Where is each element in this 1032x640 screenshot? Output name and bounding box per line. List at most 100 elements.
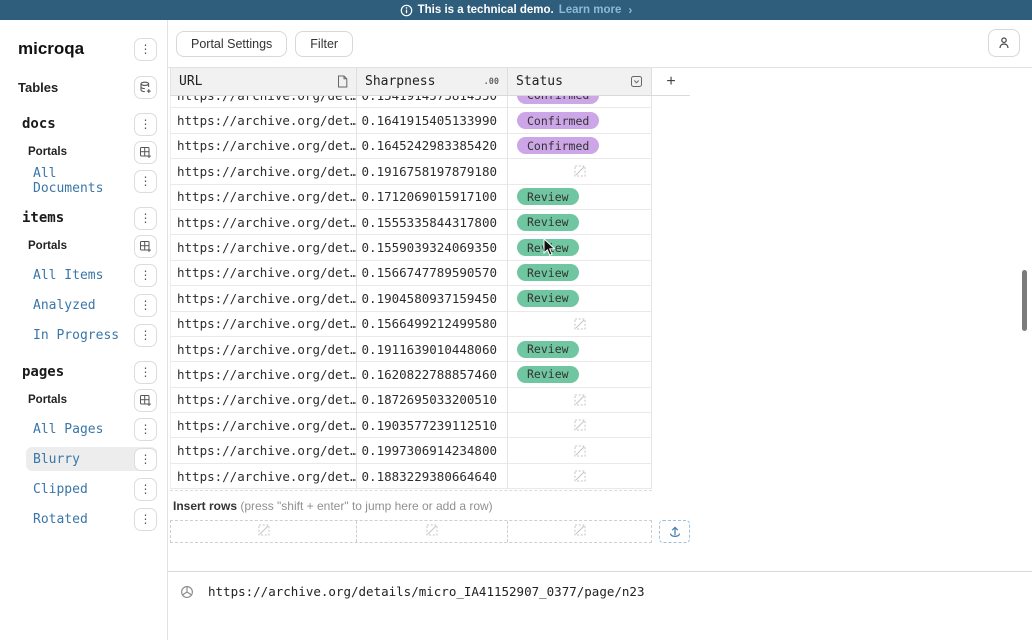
sharpness-cell[interactable]: 0.1555335844317800 [357,210,508,235]
portal-menu-button[interactable]: ⋮ [134,508,157,531]
status-cell[interactable]: Review [508,337,652,362]
url-cell[interactable]: https://archive.org/det… [170,185,357,210]
status-badge[interactable]: Review [517,188,579,205]
url-cell[interactable]: https://archive.org/det… [170,134,357,159]
insert-cell-sharpness[interactable] [357,521,508,542]
status-cell[interactable] [508,159,652,184]
add-portal-button[interactable] [134,389,157,412]
sidebar-portal-analyzed[interactable]: Analyzed ⋮ [26,293,157,317]
sidebar-portal-rotated[interactable]: Rotated ⋮ [26,507,157,531]
status-cell[interactable]: Review [508,210,652,235]
portal-menu-button[interactable]: ⋮ [134,478,157,501]
portal-menu-button[interactable]: ⋮ [134,264,157,287]
sharpness-cell[interactable]: 0.1904580937159450 [357,286,508,311]
status-cell[interactable]: Review [508,362,652,387]
table-menu-button[interactable]: ⋮ [134,207,157,230]
url-cell[interactable]: https://archive.org/det… [170,388,357,413]
table-row[interactable]: https://archive.org/det… 0.1872695033200… [170,388,1032,413]
table-row[interactable]: https://archive.org/det… 0.1903577239112… [170,413,1032,438]
status-cell[interactable] [508,388,652,413]
detail-url-value[interactable]: https://archive.org/details/micro_IA4115… [208,584,645,599]
upload-rows-button[interactable] [659,520,690,543]
portal-menu-button[interactable]: ⋮ [134,418,157,441]
table-row[interactable]: https://archive.org/det… 0.1883229380664… [170,464,1032,489]
table-row[interactable]: https://archive.org/det… 0.1541914575814… [170,96,1032,108]
status-badge[interactable]: Review [517,264,579,281]
insert-cell-status[interactable] [508,521,651,542]
portal-menu-button[interactable]: ⋮ [134,170,157,193]
status-cell[interactable]: Confirmed [508,108,652,133]
sharpness-cell[interactable]: 0.1541914575814550 [357,96,508,108]
sharpness-cell[interactable]: 0.1903577239112510 [357,413,508,438]
insert-row-cells[interactable] [170,520,652,543]
sharpness-cell[interactable]: 0.1620822788857460 [357,362,508,387]
table-row[interactable]: https://archive.org/det… 0.1904580937159… [170,286,1032,311]
sidebar-portal-all-items[interactable]: All Items ⋮ [26,263,157,287]
table-row[interactable]: https://archive.org/det… 0.1997306914234… [170,438,1032,463]
sharpness-cell[interactable]: 0.1559039324069350 [357,235,508,260]
sharpness-cell[interactable]: 0.1997306914234800 [357,438,508,463]
sharpness-cell[interactable]: 0.1872695033200510 [357,388,508,413]
url-cell[interactable]: https://archive.org/det… [170,159,357,184]
sharpness-cell[interactable]: 0.1645242983385420 [357,134,508,159]
url-cell[interactable]: https://archive.org/det… [170,337,357,362]
sharpness-cell[interactable]: 0.1566499212499580 [357,312,508,337]
url-cell[interactable]: https://archive.org/det… [170,464,357,489]
table-row[interactable]: https://archive.org/det… 0.1641915405133… [170,108,1032,133]
sidebar-portal-blurry[interactable]: Blurry ⋮ [26,447,157,471]
table-row[interactable]: https://archive.org/det… 0.1712069015917… [170,185,1032,210]
status-badge[interactable]: Confirmed [517,137,599,154]
table-row[interactable]: https://archive.org/det… 0.1559039324069… [170,235,1032,260]
learn-more-link[interactable]: Learn more [559,4,622,16]
account-button[interactable] [988,29,1020,57]
table-row[interactable]: https://archive.org/det… 0.1566499212499… [170,312,1032,337]
column-header-url[interactable]: URL [170,68,357,96]
sharpness-cell[interactable]: 0.1641915405133990 [357,108,508,133]
table-row[interactable]: https://archive.org/det… 0.1555335844317… [170,210,1032,235]
status-badge[interactable]: Review [517,290,579,307]
table-row[interactable]: https://archive.org/det… 0.1620822788857… [170,362,1032,387]
table-row[interactable]: https://archive.org/det… 0.1916758197879… [170,159,1032,184]
vertical-scrollbar[interactable] [1022,270,1027,331]
sidebar-table-pages[interactable]: pages ⋮ [22,360,157,384]
add-table-button[interactable] [134,76,157,99]
status-cell[interactable]: Confirmed [508,134,652,159]
sidebar-portal-all-pages[interactable]: All Pages ⋮ [26,417,157,441]
table-row[interactable]: https://archive.org/det… 0.1566747789590… [170,261,1032,286]
column-header-sharpness[interactable]: Sharpness .00 [357,68,508,96]
sharpness-cell[interactable]: 0.1916758197879180 [357,159,508,184]
table-menu-button[interactable]: ⋮ [134,113,157,136]
status-badge[interactable]: Review [517,214,579,231]
table-row[interactable]: https://archive.org/det… 0.1645242983385… [170,134,1032,159]
url-cell[interactable]: https://archive.org/det… [170,261,357,286]
portal-settings-button[interactable]: Portal Settings [176,31,287,57]
url-cell[interactable]: https://archive.org/det… [170,108,357,133]
sidebar-portal-in-progress[interactable]: In Progress ⋮ [26,323,157,347]
add-portal-button[interactable] [134,235,157,258]
url-cell[interactable]: https://archive.org/det… [170,413,357,438]
status-badge[interactable]: Review [517,366,579,383]
insert-cell-url[interactable] [171,521,357,542]
portal-menu-button[interactable]: ⋮ [134,294,157,317]
url-cell[interactable]: https://archive.org/det… [170,286,357,311]
url-cell[interactable]: https://archive.org/det… [170,362,357,387]
status-badge[interactable]: Review [517,341,579,358]
status-badge[interactable]: Review [517,239,579,256]
sharpness-cell[interactable]: 0.1883229380664640 [357,464,508,489]
status-cell[interactable] [508,312,652,337]
sharpness-cell[interactable]: 0.1566747789590570 [357,261,508,286]
sidebar-table-items[interactable]: items ⋮ [22,206,157,230]
sharpness-cell[interactable]: 0.1712069015917100 [357,185,508,210]
status-badge[interactable]: Confirmed [517,112,599,129]
table-row[interactable]: https://archive.org/det… 0.1911639010448… [170,337,1032,362]
add-portal-button[interactable] [134,141,157,164]
filter-button[interactable]: Filter [295,31,353,57]
sidebar-portal-clipped[interactable]: Clipped ⋮ [26,477,157,501]
status-cell[interactable]: Review [508,185,652,210]
column-header-status[interactable]: Status [508,68,652,96]
status-cell[interactable]: Review [508,286,652,311]
status-cell[interactable] [508,438,652,463]
add-column-button[interactable]: + [652,68,690,96]
workspace-menu-button[interactable]: ⋮ [134,38,157,61]
sidebar-portal-all-documents[interactable]: All Documents ⋮ [26,169,157,193]
